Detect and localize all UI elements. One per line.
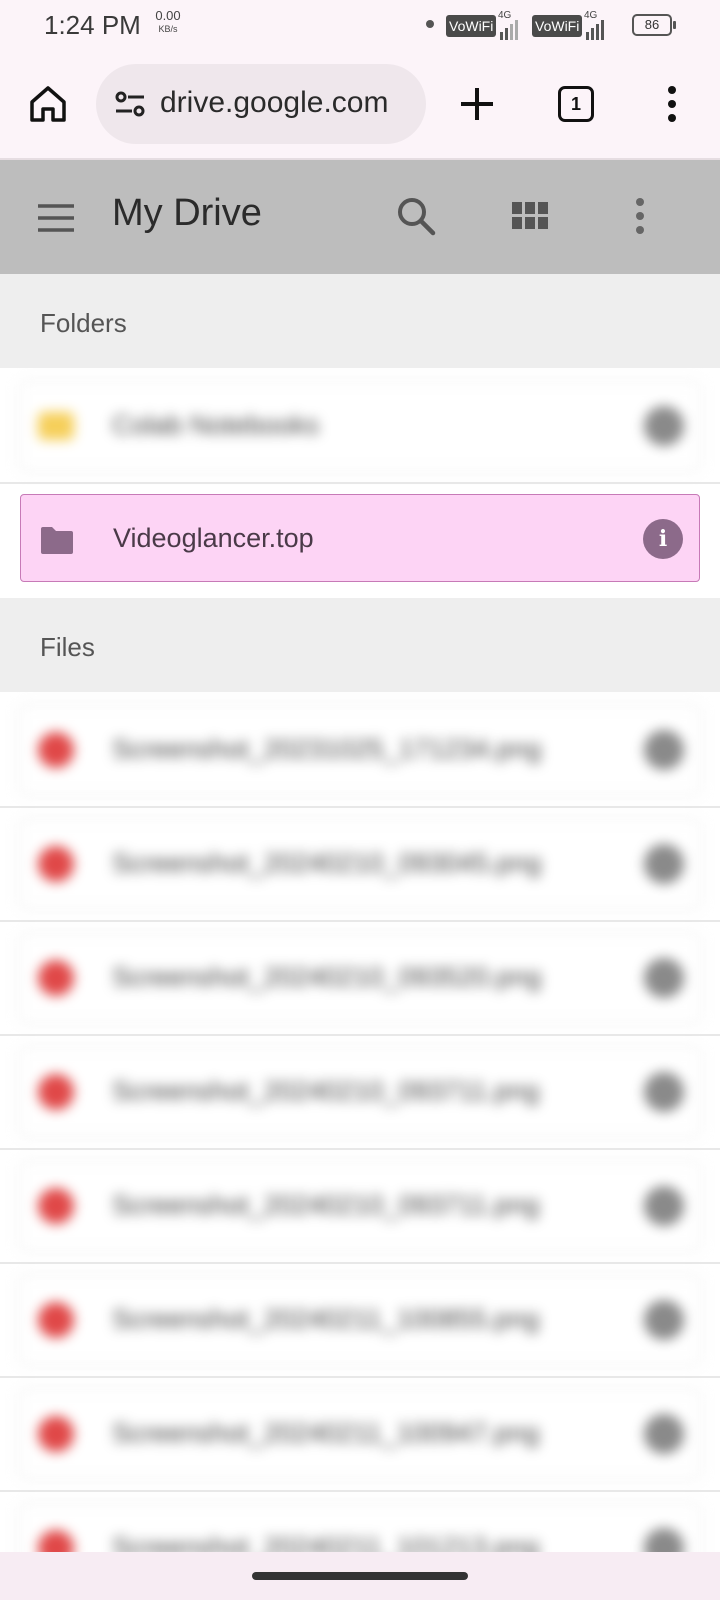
- notification-dot-icon: [426, 20, 434, 28]
- network-speed-unit: KB/s: [158, 24, 178, 34]
- folder-name: Videoglancer.top: [113, 523, 314, 553]
- folder-row-1[interactable]: Colab Notebooks: [20, 382, 700, 470]
- info-icon[interactable]: [644, 1186, 684, 1226]
- plus-icon: [461, 88, 493, 120]
- info-icon[interactable]: [644, 730, 684, 770]
- folders-section-header: Folders: [0, 274, 720, 368]
- status-bar: 1:24 PM 0.00 KB/s VoWiFi 4G VoWiFi 4G 86: [0, 0, 720, 52]
- divider: [0, 1490, 720, 1492]
- image-file-icon: [38, 1302, 74, 1338]
- file-row[interactable]: Screenshot_20240210_093520.png: [20, 934, 700, 1022]
- more-vert-icon: [668, 86, 676, 122]
- signal-icon-1: 4G: [498, 10, 530, 40]
- divider: [0, 1148, 720, 1150]
- file-name: Screenshot_20231025_171234.png: [112, 734, 542, 764]
- files-section-header: Files: [0, 598, 720, 692]
- app-bar: My Drive: [0, 160, 720, 274]
- file-row[interactable]: Screenshot_20240211_100947.png: [20, 1390, 700, 1478]
- search-button[interactable]: [394, 194, 438, 238]
- image-file-icon: [38, 732, 74, 768]
- browser-menu-button[interactable]: [660, 82, 684, 126]
- search-icon: [398, 198, 436, 236]
- vowifi-badge-1: VoWiFi: [446, 15, 497, 37]
- folder-name: Colab Notebooks: [112, 410, 320, 440]
- divider: [0, 806, 720, 808]
- file-name: Screenshot_20240211_100855.png: [112, 1304, 540, 1334]
- image-file-icon: [38, 1188, 74, 1224]
- battery-icon: 86: [632, 14, 676, 36]
- file-name: Screenshot_20240211_100947.png: [112, 1418, 540, 1448]
- info-icon[interactable]: i: [643, 519, 683, 559]
- grid-view-icon: [512, 202, 548, 229]
- new-tab-button[interactable]: [455, 82, 499, 126]
- home-icon: [30, 86, 66, 122]
- more-options-button[interactable]: [628, 194, 652, 238]
- file-name: Screenshot_20240210_093520.png: [112, 962, 542, 992]
- browser-toolbar: drive.google.com 1: [0, 52, 720, 160]
- home-gesture-handle[interactable]: [252, 1572, 468, 1580]
- address-bar[interactable]: drive.google.com: [96, 64, 426, 144]
- image-file-icon: [38, 1416, 74, 1452]
- folder-icon: [38, 412, 74, 440]
- image-file-icon: [38, 1074, 74, 1110]
- network-speed: 0.00 KB/s: [148, 9, 188, 34]
- file-name: Screenshot_20240210_093711.png: [112, 1190, 540, 1220]
- menu-button[interactable]: [36, 198, 76, 238]
- file-row[interactable]: Screenshot_20240210_093045.png: [20, 820, 700, 908]
- file-row[interactable]: Screenshot_20240211_100855.png: [20, 1276, 700, 1364]
- divider: [0, 1376, 720, 1378]
- folder-icon: [41, 527, 73, 554]
- file-row[interactable]: Screenshot_20240210_093711.png: [20, 1048, 700, 1136]
- info-icon[interactable]: [644, 1072, 684, 1112]
- files-label: Files: [40, 632, 95, 662]
- info-icon[interactable]: [644, 406, 684, 446]
- folders-label: Folders: [40, 308, 127, 338]
- folder-row-videoglancer[interactable]: Videoglancer.top i: [20, 494, 700, 582]
- home-button[interactable]: [26, 82, 70, 126]
- image-file-icon: [38, 846, 74, 882]
- image-file-icon: [38, 960, 74, 996]
- signal-icon-2: 4G: [584, 10, 616, 40]
- divider: [0, 482, 720, 484]
- network-speed-value: 0.00: [155, 8, 181, 23]
- info-icon[interactable]: [644, 1300, 684, 1340]
- page-title: My Drive: [112, 192, 262, 234]
- url-text[interactable]: drive.google.com: [160, 86, 388, 120]
- hamburger-icon: [38, 204, 74, 232]
- vowifi-badge-2: VoWiFi: [532, 15, 583, 37]
- file-row[interactable]: Screenshot_20240210_093711.png: [20, 1162, 700, 1250]
- file-name: Screenshot_20240210_093711.png: [112, 1076, 540, 1106]
- info-icon[interactable]: [644, 958, 684, 998]
- tab-switcher-button[interactable]: 1: [558, 86, 594, 122]
- divider: [0, 1262, 720, 1264]
- info-icon[interactable]: [644, 844, 684, 884]
- file-row[interactable]: Screenshot_20231025_171234.png: [20, 706, 700, 794]
- page-settings-icon[interactable]: [112, 86, 148, 122]
- grid-view-button[interactable]: [510, 196, 550, 236]
- info-icon[interactable]: [644, 1414, 684, 1454]
- divider: [0, 1034, 720, 1036]
- more-vert-icon: [636, 198, 644, 234]
- system-nav-bar: [0, 1552, 720, 1600]
- file-name: Screenshot_20240210_093045.png: [112, 848, 542, 878]
- status-time: 1:24 PM: [44, 10, 141, 40]
- divider: [0, 920, 720, 922]
